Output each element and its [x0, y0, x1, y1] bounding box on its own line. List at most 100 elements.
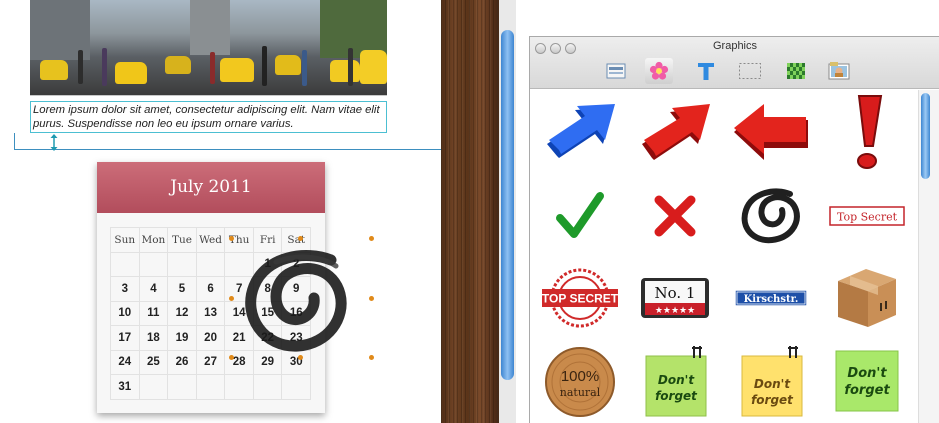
flower-icon [649, 61, 669, 80]
top-secret-label[interactable]: Top Secret [822, 174, 912, 258]
day-cell: 27 [195, 349, 226, 375]
note-line2: forget [844, 383, 890, 398]
note-line2: forget [751, 393, 794, 407]
selection-handle[interactable] [369, 355, 374, 360]
no1-badge[interactable]: No. 1 ★★★★★ [630, 256, 720, 340]
day-cell: 26 [167, 349, 197, 375]
selection-handle[interactable] [369, 236, 374, 241]
red-arrow-up-right[interactable] [630, 92, 720, 176]
selection-handle[interactable] [298, 355, 303, 360]
day-cell: 6 [195, 276, 226, 302]
day-cell: 4 [138, 276, 169, 302]
building [190, 0, 230, 55]
taxi [40, 60, 68, 80]
pedestrian [348, 48, 353, 86]
resize-handle-icon[interactable] [49, 134, 59, 151]
day-cell [224, 374, 254, 400]
text-tab[interactable] [692, 58, 720, 84]
scribble-circle-graphic[interactable] [236, 248, 356, 358]
note-line2: forget [655, 389, 698, 403]
day-cell [195, 374, 226, 400]
day-cell [167, 251, 197, 277]
no1-badge-text: No. 1 [655, 284, 696, 302]
street-sign-text: Kirschstr. [744, 294, 799, 305]
top-secret-seal[interactable]: TOP SECRET [535, 256, 625, 340]
day-cell: 31 [110, 374, 140, 400]
green-check[interactable] [535, 174, 625, 258]
cross-icon [654, 195, 696, 237]
weekday-label: Wed [195, 227, 226, 253]
day-cell [138, 374, 169, 400]
day-cell: 19 [167, 325, 197, 351]
weekday-label: Tue [167, 227, 197, 253]
weekday-label: Sun [110, 227, 140, 253]
day-cell [167, 374, 197, 400]
caption-text[interactable]: Lorem ipsum dolor sit amet, consectetur … [30, 101, 387, 133]
calendar-title: July 2011 [97, 162, 325, 213]
top-secret-label-icon: Top Secret [829, 206, 905, 226]
flower-tab[interactable] [645, 58, 673, 84]
natural-badge[interactable]: 100% natural [535, 340, 625, 423]
red-cross[interactable] [630, 174, 720, 258]
note-line1: Don't [754, 377, 791, 391]
pedestrian [302, 50, 307, 86]
dashed-frame-icon [739, 63, 761, 79]
day-cell [252, 374, 283, 400]
wood-background [441, 0, 501, 423]
taxi [275, 55, 301, 75]
guide-line-horizontal [14, 149, 441, 150]
day-cell: 3 [110, 276, 140, 302]
pedestrian [210, 52, 215, 84]
check-icon [556, 192, 604, 238]
text-icon [698, 63, 714, 80]
red-arrow-left[interactable] [726, 92, 816, 176]
day-cell: 5 [167, 276, 197, 302]
checker-pattern-icon [787, 63, 805, 79]
red-left-arrow-icon [734, 104, 808, 160]
cardboard-box[interactable] [822, 256, 912, 340]
frame-tab[interactable] [736, 58, 764, 84]
day-cell [110, 251, 140, 277]
taxi [220, 58, 254, 82]
day-cell: 20 [195, 325, 226, 351]
red-exclamation[interactable] [822, 92, 912, 176]
pattern-tab[interactable] [782, 58, 810, 84]
document-canvas[interactable]: Lorem ipsum dolor sit amet, consectetur … [0, 0, 441, 423]
selection-handle[interactable] [229, 236, 234, 241]
note-yellow-clip[interactable]: Don't forget [726, 340, 816, 423]
blue-arrow-icon [547, 104, 615, 158]
day-cell [281, 374, 311, 400]
document-scrollbar-thumb[interactable] [501, 30, 514, 380]
graphics-grid: Top Secret TOP SECRET No. 1 ★★★★★ Kirsch… [530, 90, 918, 423]
taxi [165, 56, 191, 74]
top-secret-seal-icon: TOP SECRET [542, 268, 619, 328]
black-scribble-circle[interactable] [726, 174, 816, 258]
pedestrian [262, 46, 267, 86]
wood-badge-icon: 100% natural [545, 347, 615, 417]
blue-arrow-up-right[interactable] [535, 92, 625, 176]
note-green-clip[interactable]: Don't forget [630, 340, 720, 423]
layout-tab[interactable] [602, 58, 630, 84]
selection-handle[interactable] [369, 296, 374, 301]
panel-title: Graphics [712, 40, 758, 52]
note-green[interactable]: Don't forget [822, 340, 912, 423]
selection-handle[interactable] [298, 236, 303, 241]
top-secret-seal-text: TOP SECRET [542, 292, 619, 306]
no1-badge-icon: No. 1 ★★★★★ [641, 278, 709, 318]
note-line1: Don't [847, 366, 887, 381]
graphics-scrollbar-thumb[interactable] [921, 93, 930, 179]
selection-handle[interactable] [229, 296, 234, 301]
street-sign[interactable]: Kirschstr. [726, 256, 816, 340]
taxi [360, 50, 387, 84]
sticky-note-icon: Don't forget [645, 346, 707, 417]
day-cell: 17 [110, 325, 140, 351]
photo-tab[interactable] [825, 58, 853, 84]
street-photo[interactable] [30, 0, 387, 96]
natural-badge-percent: 100% [561, 368, 599, 385]
pedestrian [102, 48, 107, 86]
panel-titlebar[interactable]: Graphics [530, 37, 939, 89]
day-cell: 12 [167, 300, 197, 326]
selection-handle[interactable] [229, 355, 234, 360]
taxi [330, 60, 360, 82]
note-line1: Don't [658, 373, 695, 387]
